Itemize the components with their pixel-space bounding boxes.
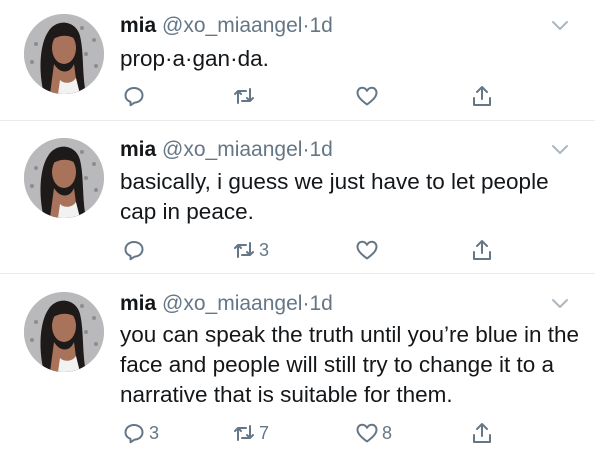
retweet-count: 7 [259,423,270,443]
tweet[interactable]: mia @xo_miaangel·1d prop·a·gan·da. [0,0,595,120]
share-button[interactable] [470,421,494,445]
avatar-photo [24,292,104,372]
tweet-text: basically, i guess we just have to let p… [120,169,549,224]
like-icon [355,238,379,262]
tweet[interactable]: mia @xo_miaangel·1d basically, i guess w… [0,121,595,273]
timestamp[interactable]: 1d [309,292,332,315]
tweet-header: mia @xo_miaangel·1d [120,14,333,38]
display-name[interactable]: mia [120,292,156,315]
retweet-icon [232,238,256,262]
avatar[interactable] [24,138,104,218]
tweet-text: prop·a·gan·da. [120,46,269,71]
retweet-icon [232,84,256,108]
reply-icon [122,421,146,445]
user-handle[interactable]: @xo_miaangel [162,138,302,161]
tweet-header: mia @xo_miaangel·1d [120,138,333,162]
user-handle[interactable]: @xo_miaangel [162,14,302,37]
like-button[interactable] [355,238,382,262]
reply-icon [122,238,146,262]
share-icon [470,84,494,108]
display-name[interactable]: mia [120,138,156,161]
chevron-down-icon[interactable] [550,19,570,33]
timestamp[interactable]: 1d [309,138,332,161]
avatar-photo [24,138,104,218]
like-icon [355,84,379,108]
retweet-button[interactable] [232,84,259,108]
share-button[interactable] [470,238,494,262]
timestamp[interactable]: 1d [309,14,332,37]
reply-count: 3 [149,423,160,443]
tweet-text: you can speak the truth until you’re blu… [120,322,580,407]
share-icon [470,421,494,445]
share-icon [470,238,494,262]
like-count: 8 [382,423,393,443]
retweet-icon [232,421,256,445]
retweet-count: 3 [259,240,270,260]
retweet-button[interactable]: 7 [232,421,269,445]
reply-icon [122,84,146,108]
avatar[interactable] [24,292,104,372]
like-icon [355,421,379,445]
retweet-button[interactable]: 3 [232,238,269,262]
display-name[interactable]: mia [120,14,156,37]
avatar-photo [24,14,104,94]
like-button[interactable] [355,84,382,108]
chevron-down-icon[interactable] [550,143,570,157]
tweet[interactable]: mia @xo_miaangel·1d you can speak the tr… [0,274,595,453]
reply-button[interactable]: 3 [122,421,159,445]
share-button[interactable] [470,84,494,108]
tweet-header: mia @xo_miaangel·1d [120,292,333,316]
user-handle[interactable]: @xo_miaangel [162,292,302,315]
avatar[interactable] [24,14,104,94]
reply-button[interactable] [122,84,149,108]
like-button[interactable]: 8 [355,421,392,445]
chevron-down-icon[interactable] [550,297,570,311]
reply-button[interactable] [122,238,149,262]
